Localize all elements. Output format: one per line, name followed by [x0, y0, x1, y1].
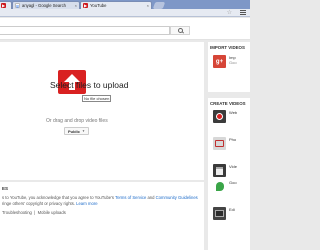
tab-google-search[interactable]: g anyagl - Google Search × — [12, 1, 80, 9]
google-favicon-icon: g — [15, 3, 20, 8]
edit-icon — [213, 207, 226, 220]
close-icon[interactable]: × — [147, 3, 149, 8]
photo-slideshow-item[interactable]: Pho — [213, 137, 250, 151]
browser-menu-icon[interactable] — [240, 10, 246, 16]
close-icon[interactable]: × — [75, 3, 77, 8]
google-hangouts-item[interactable]: Goo — [213, 180, 250, 194]
tab-title: YouTube — [90, 3, 107, 8]
tab-title: anyagl - Google Search — [22, 3, 66, 8]
google-plus-icon: g+ — [213, 55, 226, 68]
file-tooltip: No file chosen — [82, 95, 112, 102]
search-icon — [177, 28, 183, 33]
address-bar[interactable]: ☆ — [0, 9, 250, 17]
youtube-header — [0, 18, 250, 40]
webcam-capture-item[interactable]: Web — [213, 110, 250, 124]
photo-slideshow-icon — [213, 137, 226, 150]
webcam-record-icon — [213, 110, 226, 123]
import-google-photos-item[interactable]: g+ Imp Goo — [213, 55, 250, 69]
youtube-favicon-icon: ▶ — [83, 3, 88, 8]
chevron-down-icon: ▼ — [82, 129, 85, 133]
copyright-text: ringe others' copyright or privacy right… — [2, 201, 98, 206]
upload-title[interactable]: Select files to upload — [0, 80, 204, 90]
edit-item[interactable]: Edi — [213, 207, 250, 221]
youtube-favicon-icon: ▶ — [1, 3, 6, 8]
video-editor-icon — [213, 164, 226, 177]
tab-youtube-pinned[interactable]: ▶ — [0, 1, 12, 9]
terms-text: s to YouTube, you acknowledge that you a… — [2, 195, 198, 200]
search-input[interactable] — [0, 26, 170, 35]
import-videos-heading: IMPORT VIDEOS — [210, 45, 245, 50]
terms-of-service-link[interactable]: Terms of Service — [115, 195, 146, 200]
hangouts-icon — [213, 180, 226, 193]
right-sidebar: IMPORT VIDEOS g+ Imp Goo CREATE VIDEOS We… — [208, 42, 250, 250]
bookmark-star-icon[interactable]: ☆ — [227, 9, 232, 16]
upload-info-panel: ES s to YouTube, you acknowledge that yo… — [0, 182, 204, 250]
privacy-select[interactable]: Public ▼ — [64, 127, 89, 135]
upload-panel: Select files to upload Or drag and drop … — [0, 42, 204, 180]
upload-subtitle: Or drag and drop video files — [46, 118, 108, 124]
help-links: Troubleshooting | Mobile uploads — [2, 210, 66, 215]
search-button[interactable] — [170, 26, 190, 35]
mobile-uploads-link[interactable]: Mobile uploads — [38, 210, 66, 215]
troubleshooting-link[interactable]: Troubleshooting — [2, 210, 32, 215]
video-editor-item[interactable]: Vide — [213, 164, 250, 178]
import-videos-card: IMPORT VIDEOS g+ Imp Goo — [208, 42, 250, 92]
learn-more-link[interactable]: Learn more — [76, 201, 97, 206]
community-guidelines-link[interactable]: Community Guidelines — [156, 195, 198, 200]
create-videos-heading: CREATE VIDEOS — [210, 101, 246, 106]
browser-tab-bar: ▶ g anyagl - Google Search × ▶ YouTube × — [0, 0, 250, 9]
new-tab-button[interactable] — [152, 2, 166, 9]
info-heading: ES — [2, 186, 9, 191]
create-videos-card: CREATE VIDEOS Web Pho Vide Goo Edi — [208, 98, 250, 250]
tab-youtube[interactable]: ▶ YouTube × — [80, 1, 152, 9]
